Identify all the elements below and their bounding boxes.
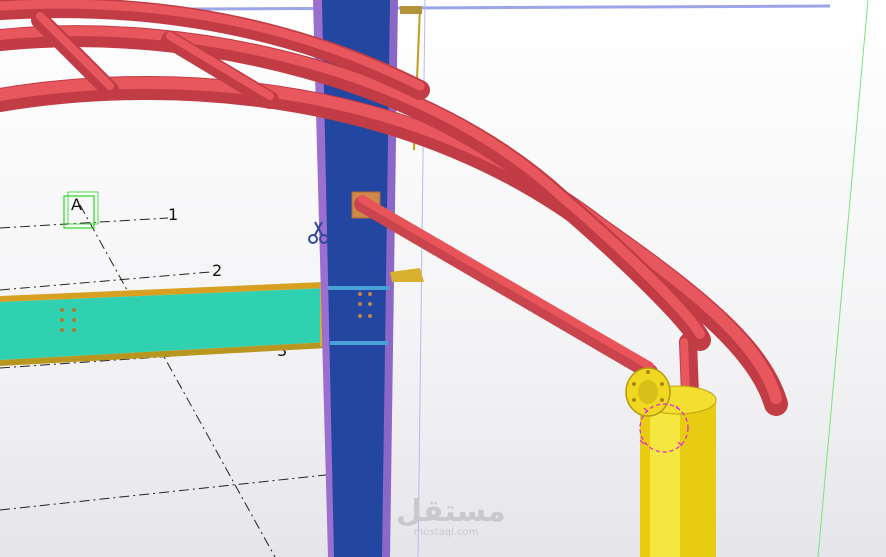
grid-label-2: 2 — [212, 261, 222, 280]
model-scene[interactable]: A 1 2 3 4 — [0, 0, 886, 557]
post-body-highlight — [650, 398, 680, 557]
grid-label-A-marker[interactable]: A — [63, 191, 99, 229]
gridline-4 — [0, 469, 373, 511]
column-bracket — [390, 268, 424, 282]
column-stiffener-bottom — [330, 341, 388, 345]
yellow-post[interactable] — [625, 367, 717, 557]
gridline-1 — [0, 217, 169, 229]
view-guide-line-right — [817, 0, 869, 557]
post-flange-hole — [638, 380, 658, 404]
grid-label-A: A — [71, 195, 82, 214]
top-hanger-plate — [400, 6, 422, 14]
grid-lines — [0, 204, 373, 557]
grid-label-1: 1 — [168, 205, 178, 224]
gridline-A — [79, 204, 276, 557]
column-stiffener-top — [328, 286, 390, 290]
gridline-2 — [0, 271, 211, 291]
3d-model-viewport[interactable]: A 1 2 3 4 — [0, 0, 886, 557]
